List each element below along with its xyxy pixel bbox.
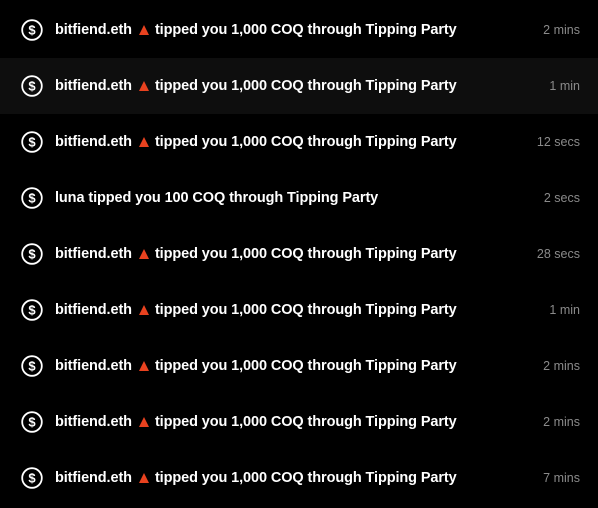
sender-name[interactable]: bitfiend.eth [55,302,132,318]
red-triangle-icon [138,81,149,91]
notification-text: tipped you 1,000 COQ through Tipping Par… [154,246,457,262]
notification-message: bitfiend.eth tipped you 1,000 COQ through… [55,58,457,114]
dollar-coin-icon: $ [21,299,43,321]
svg-text:$: $ [28,246,36,261]
dollar-coin-icon: $ [21,355,43,377]
sender-name[interactable]: bitfiend.eth [55,470,132,486]
notification-row[interactable]: $ bitfiend.eth tipped you 1,000 COQ throu… [0,58,598,114]
notification-row[interactable]: $ bitfiend.eth tipped you 1,000 COQ throu… [0,282,598,338]
notification-message: bitfiend.eth tipped you 1,000 COQ through… [55,450,457,506]
notification-time: 1 min [549,79,580,93]
notification-message: bitfiend.eth tipped you 1,000 COQ through… [55,114,457,170]
svg-text:$: $ [28,414,36,429]
notification-row[interactable]: $ bitfiend.eth tipped you 1,000 COQ throu… [0,2,598,58]
notification-time: 2 secs [543,191,580,205]
svg-text:$: $ [28,470,36,485]
notification-time: 2 mins [543,23,580,37]
notification-text: tipped you 1,000 COQ through Tipping Par… [154,22,457,38]
notification-time: 12 secs [536,135,580,149]
sender-name[interactable]: bitfiend.eth [55,134,132,150]
dollar-coin-icon: $ [21,187,43,209]
notification-text: tipped you 1,000 COQ through Tipping Par… [154,134,457,150]
red-triangle-icon [138,473,149,483]
notification-message: bitfiend.eth tipped you 1,000 COQ through… [55,394,457,450]
dollar-coin-icon: $ [21,19,43,41]
sender-name[interactable]: bitfiend.eth [55,78,132,94]
notification-message: bitfiend.eth tipped you 1,000 COQ through… [55,282,457,338]
notification-row[interactable]: $ bitfiend.eth tipped you 1,000 COQ throu… [0,394,598,450]
notification-row[interactable]: $ luna tipped you 100 COQ through Tippin… [0,170,598,226]
svg-text:$: $ [28,78,36,93]
notification-text: tipped you 1,000 COQ through Tipping Par… [154,302,457,318]
notification-row[interactable]: $ bitfiend.eth tipped you 1,000 COQ throu… [0,338,598,394]
dollar-coin-icon: $ [21,411,43,433]
notification-time: 1 min [549,303,580,317]
red-triangle-icon [138,249,149,259]
dollar-coin-icon: $ [21,75,43,97]
sender-name[interactable]: bitfiend.eth [55,22,132,38]
sender-name[interactable]: luna [55,190,85,206]
sender-name[interactable]: bitfiend.eth [55,414,132,430]
svg-text:$: $ [28,358,36,373]
dollar-coin-icon: $ [21,467,43,489]
svg-text:$: $ [28,134,36,149]
red-triangle-icon [138,417,149,427]
svg-text:$: $ [28,302,36,317]
dollar-coin-icon: $ [21,243,43,265]
notification-row[interactable]: $ bitfiend.eth tipped you 1,000 COQ throu… [0,114,598,170]
notification-row[interactable]: $ bitfiend.eth tipped you 1,000 COQ throu… [0,226,598,282]
notification-text: tipped you 100 COQ through Tipping Party [88,190,379,206]
notification-time: 2 mins [543,415,580,429]
notification-row[interactable]: $ bitfiend.eth tipped you 1,000 COQ throu… [0,450,598,506]
svg-text:$: $ [28,190,36,205]
red-triangle-icon [138,25,149,35]
sender-name[interactable]: bitfiend.eth [55,358,132,374]
red-triangle-icon [138,305,149,315]
notification-list: $ bitfiend.eth tipped you 1,000 COQ throu… [0,0,598,508]
red-triangle-icon [138,137,149,147]
notification-time: 28 secs [536,247,580,261]
svg-text:$: $ [28,22,36,37]
notification-message: bitfiend.eth tipped you 1,000 COQ through… [55,338,457,394]
sender-name[interactable]: bitfiend.eth [55,246,132,262]
notification-message: bitfiend.eth tipped you 1,000 COQ through… [55,226,457,282]
notification-message: bitfiend.eth tipped you 1,000 COQ through… [55,2,457,58]
notification-time: 2 mins [543,359,580,373]
notification-text: tipped you 1,000 COQ through Tipping Par… [154,414,457,430]
notification-text: tipped you 1,000 COQ through Tipping Par… [154,358,457,374]
notification-message: luna tipped you 100 COQ through Tipping … [55,170,378,226]
notification-time: 7 mins [543,471,580,485]
red-triangle-icon [138,361,149,371]
notification-text: tipped you 1,000 COQ through Tipping Par… [154,78,457,94]
dollar-coin-icon: $ [21,131,43,153]
notification-text: tipped you 1,000 COQ through Tipping Par… [154,470,457,486]
